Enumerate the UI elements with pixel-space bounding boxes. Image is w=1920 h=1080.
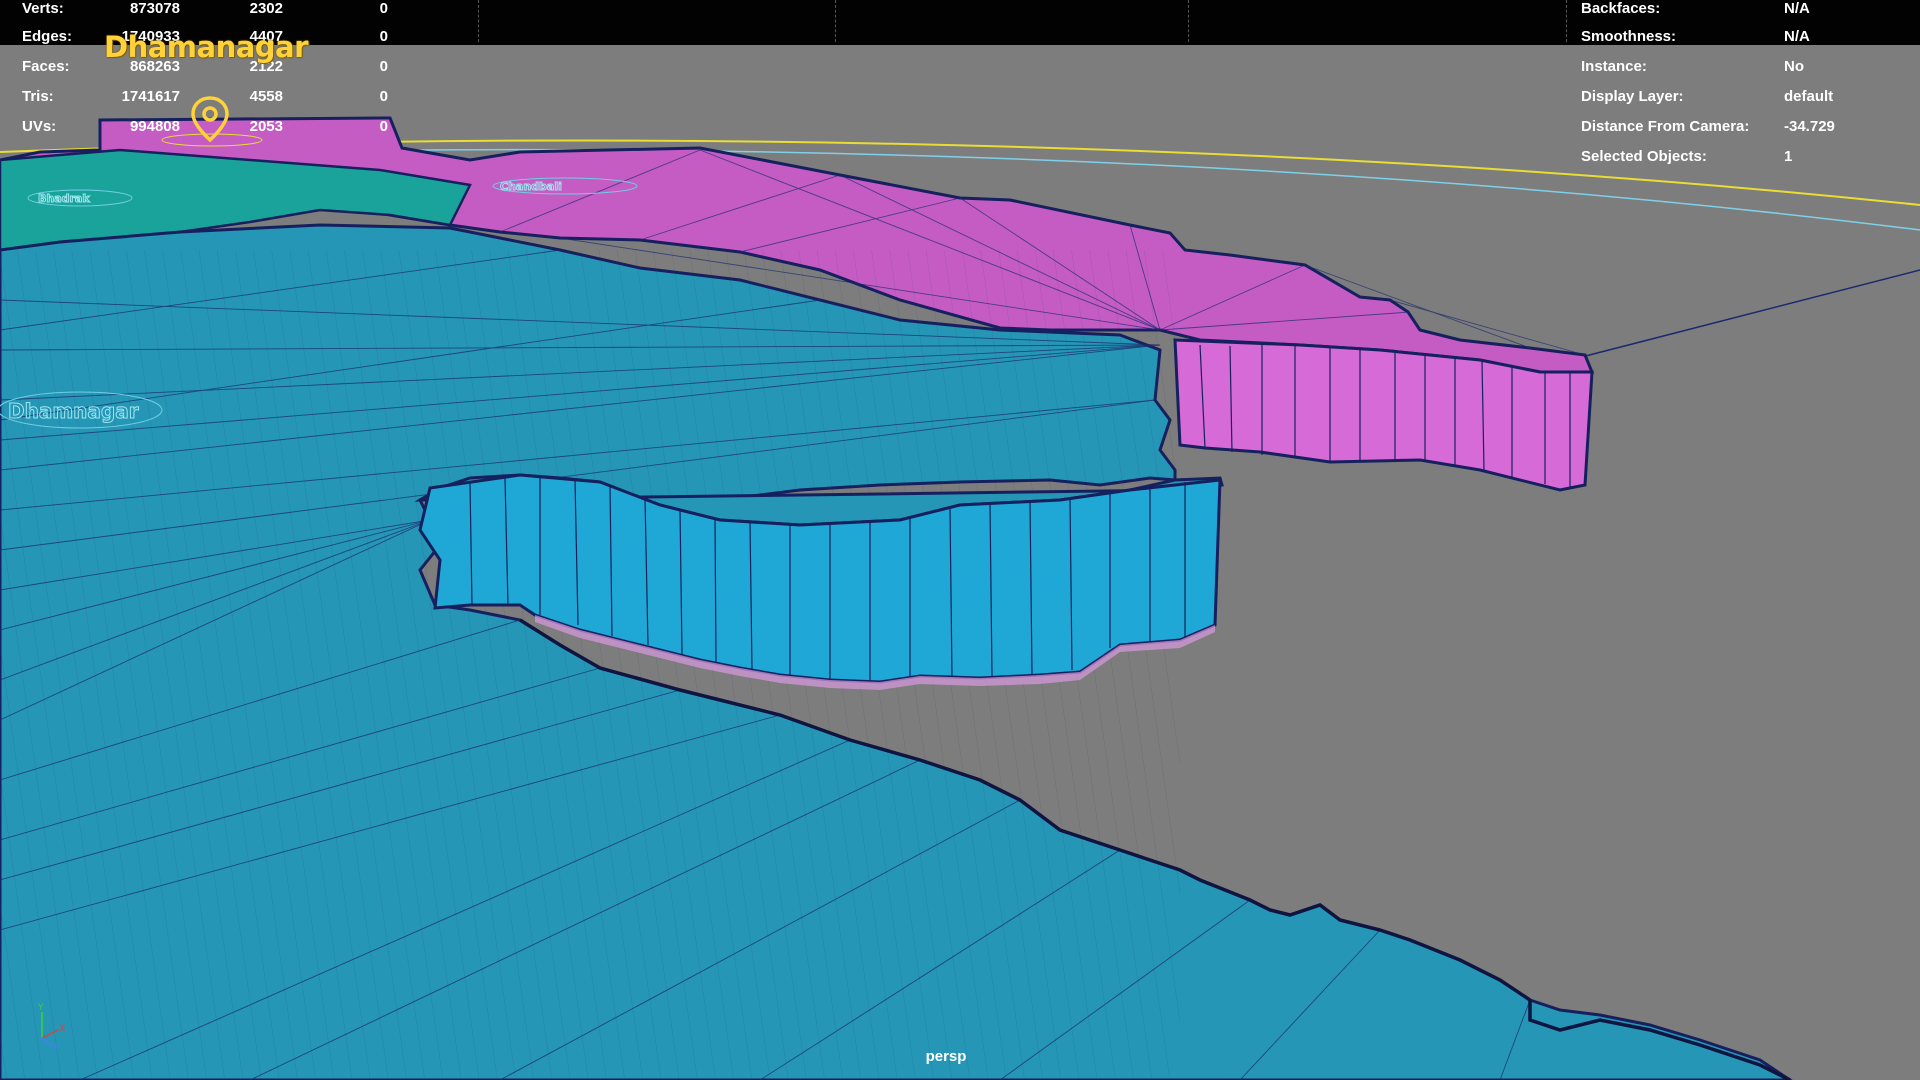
info-label-selected-objects: Selected Objects: <box>1581 148 1707 165</box>
info-value-distance: -34.729 <box>1784 118 1835 135</box>
map-label-1: Dhamnagar <box>8 399 139 423</box>
stat-extra-tris: 0 <box>379 88 388 105</box>
hud-bar-divider <box>1188 0 1190 42</box>
map-pin-icon <box>191 96 229 143</box>
axis-y-label: Y <box>37 1003 44 1013</box>
info-label-distance: Distance From Camera: <box>1581 118 1750 135</box>
info-label-backfaces: Backfaces: <box>1581 0 1661 17</box>
info-value-instance: No <box>1784 58 1804 75</box>
info-value-smoothness: N/A <box>1784 28 1810 45</box>
info-label-display-layer: Display Layer: <box>1581 88 1684 105</box>
stat-extra-faces: 0 <box>379 58 388 75</box>
stat-total-verts: 873078 <box>129 0 180 17</box>
stat-extra-uvs: 0 <box>379 118 388 135</box>
axis-x-label: X <box>59 1024 65 1034</box>
city-label: Dhamanagar <box>104 30 308 64</box>
map-label-2: Bhadrak <box>38 192 90 205</box>
hud-bar-divider <box>478 0 480 42</box>
3d-viewport[interactable]: Dhamnagar Bhadrak Chandbali Verts: 87307… <box>0 0 1920 1080</box>
stat-label-verts: Verts: <box>22 0 64 17</box>
stat-selected-verts: 2302 <box>249 0 283 17</box>
stat-label-uvs: UVs: <box>22 118 57 135</box>
info-value-selected-objects: 1 <box>1784 148 1793 165</box>
stat-total-uvs: 994808 <box>129 118 180 135</box>
info-value-display-layer: default <box>1784 88 1834 105</box>
stat-label-tris: Tris: <box>22 88 54 105</box>
axis-gizmo-icon: Y X Z <box>37 1003 65 1050</box>
stat-extra-edges: 0 <box>379 28 388 45</box>
hud-bar-divider <box>835 0 837 42</box>
info-label-instance: Instance: <box>1581 58 1647 75</box>
hud-bar-divider <box>1566 0 1568 42</box>
map-label-3: Chandbali <box>500 180 562 193</box>
stat-extra-verts: 0 <box>379 0 388 17</box>
camera-name-label: persp <box>925 1048 967 1065</box>
stat-total-tris: 1741617 <box>121 88 180 105</box>
info-label-smoothness: Smoothness: <box>1581 28 1677 45</box>
info-value-backfaces: N/A <box>1784 0 1810 17</box>
